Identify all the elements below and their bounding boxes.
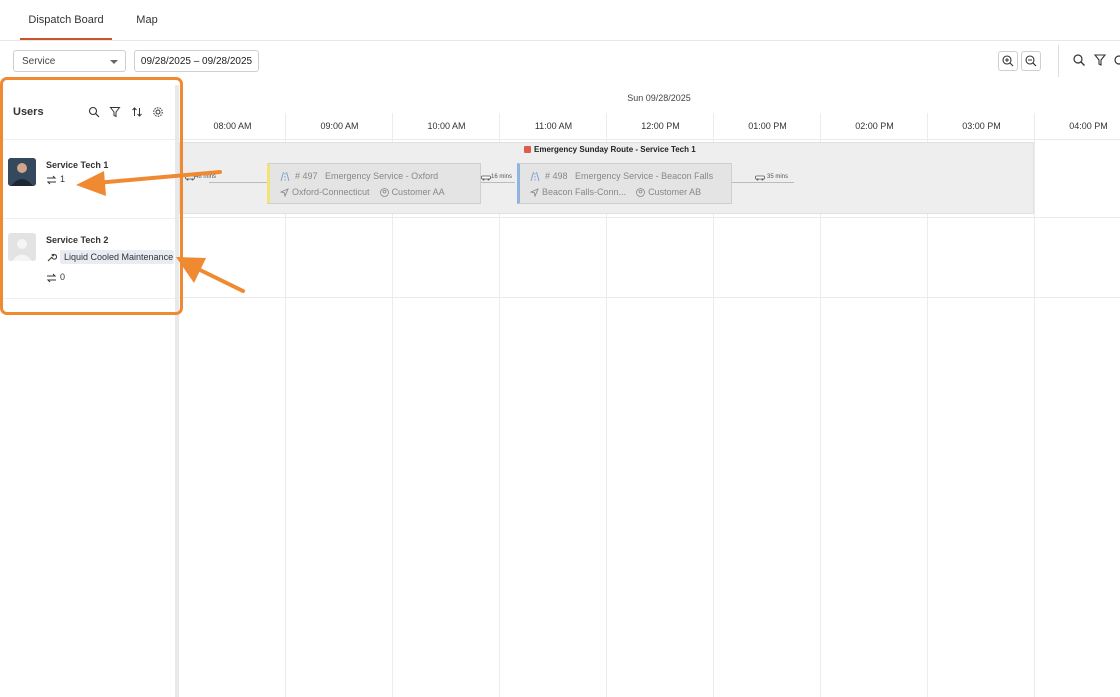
navigation-icon <box>529 188 539 198</box>
route-count: 1 <box>46 174 65 185</box>
gear-icon[interactable] <box>152 106 164 118</box>
hour-label: 01:00 PM <box>748 121 787 131</box>
job-title: Emergency Service - Beacon Falls <box>575 171 714 181</box>
timeline-date: Sun 09/28/2025 <box>627 93 691 103</box>
job-title-line: # 498 Emergency Service - Beacon Falls <box>530 171 714 182</box>
wrench-icon <box>47 253 58 261</box>
route-color-swatch <box>524 146 531 154</box>
travel-line <box>732 182 794 183</box>
schedule-timeline: Sun 09/28/2025 08:00 AM 09:00 AM 10:00 A… <box>179 85 1120 697</box>
road-icon <box>530 172 540 182</box>
hour-label: 12:00 PM <box>641 121 680 131</box>
job-detail-line: Oxford-Connecticut Customer AA <box>279 187 445 198</box>
travel-time: 16 mins <box>491 174 513 180</box>
car-icon <box>755 175 765 181</box>
search-icon[interactable] <box>88 106 100 118</box>
job-customer: Customer AB <box>648 187 702 197</box>
customer-icon <box>379 188 389 198</box>
skill-tag: Liquid Cooled Maintenance <box>60 250 174 264</box>
hour-label: 09:00 AM <box>320 121 359 131</box>
job-location: Beacon Falls-Conn... <box>542 187 627 197</box>
tab-dispatch-board[interactable]: Dispatch Board <box>20 0 112 40</box>
users-title: Users <box>13 106 44 118</box>
users-panel: Users Service Tech 1 1 Service Tech 2 Li… <box>0 85 179 697</box>
travel-time: 35 mins <box>767 174 789 180</box>
route-count-value: 0 <box>60 272 66 282</box>
zoom-in-icon <box>1002 55 1014 67</box>
date-range-picker[interactable]: 09/28/2025 – 09/28/2025 <box>134 50 259 72</box>
job-title: Emergency Service - Oxford <box>325 171 439 181</box>
hour-label: 08:00 AM <box>213 121 252 131</box>
route-title: Emergency Sunday Route - Service Tech 1 <box>524 145 696 154</box>
tab-map[interactable]: Map <box>128 0 166 40</box>
travel-time: 48 mins <box>195 174 217 180</box>
job-customer: Customer AA <box>391 187 445 197</box>
hour-label: 11:00 AM <box>534 121 573 131</box>
chevron-down-icon <box>110 60 118 64</box>
avatar <box>8 158 36 186</box>
route-count-value: 1 <box>60 174 66 184</box>
filter-icon[interactable] <box>1093 53 1107 67</box>
job-detail-line: Beacon Falls-Conn... Customer AB <box>529 187 702 198</box>
travel-line <box>481 182 515 183</box>
job-card-498[interactable]: # 498 Emergency Service - Beacon Falls B… <box>517 163 732 204</box>
user-row-service-tech-2[interactable]: Service Tech 2 Liquid Cooled Maintenance… <box>0 219 175 299</box>
job-card-497[interactable]: # 497 Emergency Service - Oxford Oxford-… <box>267 163 481 204</box>
search-icon[interactable] <box>1072 53 1086 67</box>
toolbar-divider <box>1058 45 1059 77</box>
route-title-text: Emergency Sunday Route - Service Tech 1 <box>534 145 696 154</box>
job-number: # 498 <box>545 171 568 181</box>
grid-line <box>1034 113 1035 697</box>
job-title-line: # 497 Emergency Service - Oxford <box>280 171 439 182</box>
service-select[interactable]: Service <box>13 50 126 72</box>
toolbar: Service 09/28/2025 – 09/28/2025 <box>0 41 1120 85</box>
user-name: Service Tech 1 <box>46 160 109 170</box>
road-icon <box>280 172 290 182</box>
car-icon <box>185 175 195 181</box>
zoom-out-button[interactable] <box>1021 51 1041 71</box>
service-select-value: Service <box>22 56 56 67</box>
avatar <box>8 233 36 261</box>
hour-label: 10:00 AM <box>427 121 466 131</box>
travel-line <box>209 182 267 183</box>
user-row-service-tech-1[interactable]: Service Tech 1 1 <box>0 140 175 219</box>
route-count: 0 <box>46 272 65 283</box>
job-number: # 497 <box>295 171 318 181</box>
row-divider <box>179 139 1120 140</box>
job-location: Oxford-Connecticut <box>292 187 370 197</box>
car-icon <box>481 175 491 181</box>
user-name: Service Tech 2 <box>46 235 109 245</box>
hour-label: 03:00 PM <box>962 121 1001 131</box>
route-icon <box>46 175 57 184</box>
default-avatar-icon <box>8 233 36 261</box>
hour-label: 02:00 PM <box>855 121 894 131</box>
zoom-in-button[interactable] <box>998 51 1018 71</box>
zoom-out-icon <box>1025 55 1037 67</box>
users-header: Users <box>0 85 175 140</box>
route-icon <box>46 273 57 282</box>
gear-icon[interactable] <box>1112 53 1120 67</box>
tab-bar: Dispatch Board Map <box>0 0 1120 41</box>
customer-icon <box>636 188 645 198</box>
hour-label: 04:00 PM <box>1069 121 1108 131</box>
user-photo-icon <box>8 158 36 186</box>
row-divider <box>179 217 1120 218</box>
row-divider <box>179 297 1120 298</box>
sort-icon[interactable] <box>131 106 143 118</box>
navigation-icon <box>279 188 289 198</box>
filter-icon[interactable] <box>109 106 121 118</box>
skill-row: Liquid Cooled Maintenance <box>46 250 174 264</box>
